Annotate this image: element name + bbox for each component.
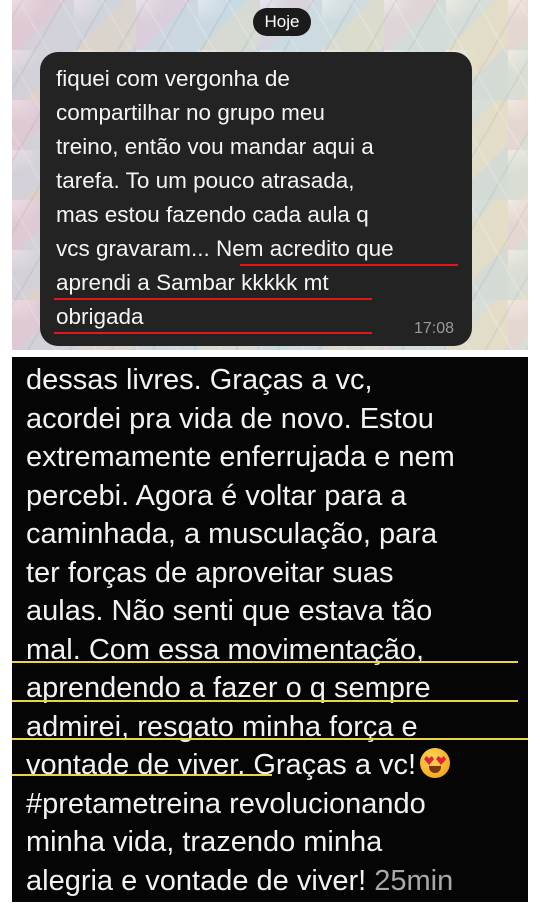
chat-screenshot-top: Hoje fiquei com vergonha de compartilhar… (12, 0, 528, 350)
message-line: obrigada (56, 304, 144, 329)
message-text: fiquei com vergonha de compartilhar no g… (56, 62, 464, 334)
message-line: caminhada, a musculação, para (26, 518, 438, 550)
message-line: alegria e vontade de viver! (26, 864, 367, 897)
message-line: compartilhar no grupo meu (56, 100, 325, 125)
message-line: minha vida, trazendo minha (26, 826, 383, 858)
message-bubble[interactable]: fiquei com vergonha de compartilhar no g… (40, 52, 472, 346)
message-line: aprendi a Sambar kkkkk mt (56, 270, 329, 295)
message-line: aulas. Não senti que estava tão (26, 595, 433, 627)
message-line: extremamente enferrujada e nem (26, 441, 455, 473)
message-line: percebi. Agora é voltar para a (26, 479, 407, 512)
message-line: vontade de viver. Graças a vc! (26, 749, 417, 781)
highlight-underline (12, 700, 518, 702)
heart-eyes-emoji-icon (420, 748, 451, 778)
message-line: tarefa. To um pouco atrasada, (56, 168, 355, 193)
highlight-underline (12, 774, 272, 776)
highlight-underline (54, 332, 372, 334)
message-timestamp: 17:08 (413, 320, 454, 337)
highlight-underline (12, 661, 518, 663)
message-line: fiquei com vergonha de (56, 66, 290, 91)
date-separator: Hoje (253, 8, 311, 36)
message-line: acordei pra vida de novo. Estou (26, 402, 434, 435)
message-line: #pretametreina revolucionando (26, 787, 426, 820)
highlight-underline (12, 738, 528, 740)
message-line: treino, então vou mandar aqui a (56, 134, 374, 159)
message-timestamp: 25min (374, 864, 454, 897)
chat-screenshot-bottom: dessas livres. Graças a vc, acordei pra … (12, 357, 528, 902)
highlight-underline (240, 264, 458, 266)
message-line: ter forças de aproveitar suas (26, 556, 394, 589)
highlight-underline (54, 298, 372, 300)
message-line: vcs gravaram... Nem acredito que (56, 236, 394, 261)
message-line: dessas livres. Graças a vc, (26, 364, 373, 396)
message-text: dessas livres. Graças a vc, acordei pra … (26, 361, 526, 900)
message-line: mas estou fazendo cada aula q (56, 202, 369, 227)
